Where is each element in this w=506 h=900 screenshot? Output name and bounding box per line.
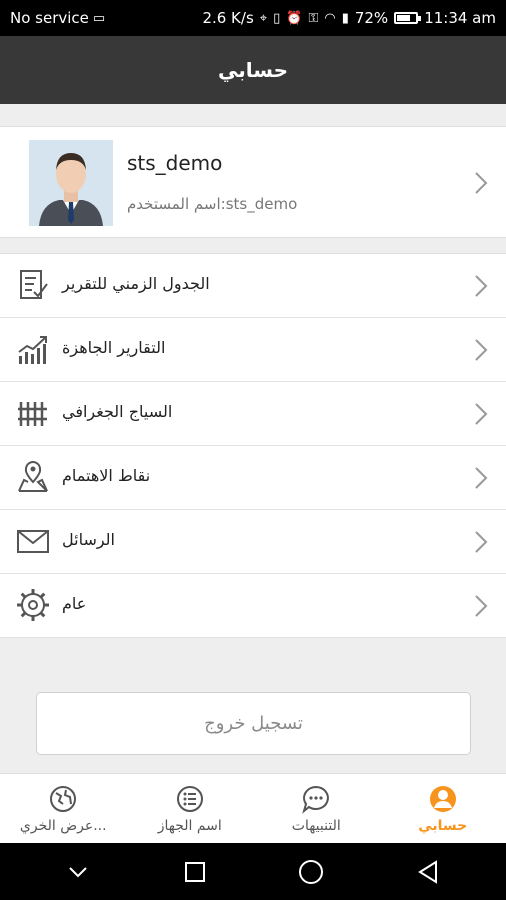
menu-label: التقارير الجاهزة: [62, 338, 166, 357]
nav-home-button[interactable]: [291, 852, 331, 892]
profile-username: اسم المستخدم:sts_demo: [127, 195, 298, 213]
chevron-right-icon: [475, 172, 488, 194]
battery-icon: [394, 12, 422, 24]
chevron-down-icon: [69, 866, 87, 877]
menu-item-general[interactable]: عام: [0, 574, 506, 638]
status-bar: No service ▭ 2.6 K/s ⌖ ▯ ⏰ ⚿ ◠ ▮ 72% 11:…: [0, 0, 506, 36]
location-icon: ⌖: [259, 10, 268, 26]
chevron-right-icon: [475, 595, 488, 617]
chart-trend-icon: [18, 336, 47, 364]
schedule-report-icon: [20, 270, 48, 299]
chat-icon: [302, 785, 330, 814]
poi-map-icon: [18, 461, 48, 492]
carrier-text: No service: [10, 9, 89, 27]
circle-icon: [299, 859, 324, 884]
tab-label: حسابي: [418, 817, 468, 834]
menu-label: الجدول الزمني للتقرير: [62, 274, 210, 293]
key-icon: ⚿: [308, 10, 319, 26]
sd-icon: ▮: [341, 10, 349, 26]
logout-button[interactable]: تسجيل خروج: [36, 692, 471, 755]
triangle-back-icon: [417, 859, 437, 884]
sim-icon: ▭: [92, 10, 106, 26]
tab-label: التنبيهات: [291, 817, 341, 834]
chevron-right-icon: [475, 531, 488, 553]
tab-device-name[interactable]: اسم الجهاز: [127, 774, 254, 843]
profile-name: sts_demo: [127, 151, 223, 175]
fence-icon: [18, 402, 47, 426]
envelope-icon: [17, 530, 49, 553]
menu-label: السياج الجغرافي: [62, 402, 173, 421]
tab-label: عرض الخري...: [19, 817, 107, 834]
menu-label: نقاط الاهتمام: [62, 466, 151, 485]
tab-map-view[interactable]: عرض الخري...: [0, 774, 127, 843]
status-left: No service ▭: [10, 9, 105, 27]
menu-item-poi[interactable]: نقاط الاهتمام: [0, 446, 506, 510]
app-header: حسابي: [0, 36, 506, 104]
list-icon: [176, 785, 203, 812]
nav-back-button[interactable]: [408, 852, 448, 892]
nav-collapse-button[interactable]: [58, 852, 98, 892]
menu-label: الرسائل: [62, 530, 115, 549]
profile-card[interactable]: sts_demo اسم المستخدم:sts_demo: [0, 126, 506, 238]
network-speed: 2.6 K/s: [202, 9, 254, 27]
menu-item-messages[interactable]: الرسائل: [0, 510, 506, 574]
menu-item-ready-reports[interactable]: التقارير الجاهزة: [0, 318, 506, 382]
nav-recents-button[interactable]: [175, 852, 215, 892]
system-nav-bar: [0, 843, 506, 900]
chevron-right-icon: [475, 275, 488, 297]
tab-my-account[interactable]: حسابي: [380, 774, 506, 843]
clock: 11:34 am: [424, 9, 496, 27]
status-right: 2.6 K/s ⌖ ▯ ⏰ ⚿ ◠ ▮ 72% 11:34 am: [202, 9, 496, 27]
square-icon: [184, 861, 205, 882]
battery-fill: [397, 15, 411, 21]
chevron-right-icon: [475, 339, 488, 361]
chevron-right-icon: [475, 467, 488, 489]
tab-alerts[interactable]: التنبيهات: [253, 774, 380, 843]
page-title: حسابي: [217, 58, 289, 82]
tab-label: اسم الجهاز: [157, 817, 222, 834]
wifi-icon: ◠: [324, 10, 336, 26]
battery-percent: 72%: [354, 9, 389, 27]
map-globe-icon: [50, 785, 77, 812]
vibrate-icon: ▯: [273, 10, 281, 26]
avatar: [29, 140, 113, 226]
chevron-right-icon: [475, 403, 488, 425]
menu-label: عام: [62, 594, 87, 613]
menu-list: الجدول الزمني للتقرير التقارير الجاهزة ا…: [0, 253, 506, 638]
bottom-tab-bar: عرض الخري... اسم الجهاز التنبيهات حسابي: [0, 773, 506, 843]
gear-icon: [17, 589, 49, 621]
menu-item-geofence[interactable]: السياج الجغرافي: [0, 382, 506, 446]
alarm-icon: ⏰: [286, 10, 303, 26]
user-icon: [429, 785, 456, 812]
menu-item-report-schedule[interactable]: الجدول الزمني للتقرير: [0, 254, 506, 318]
